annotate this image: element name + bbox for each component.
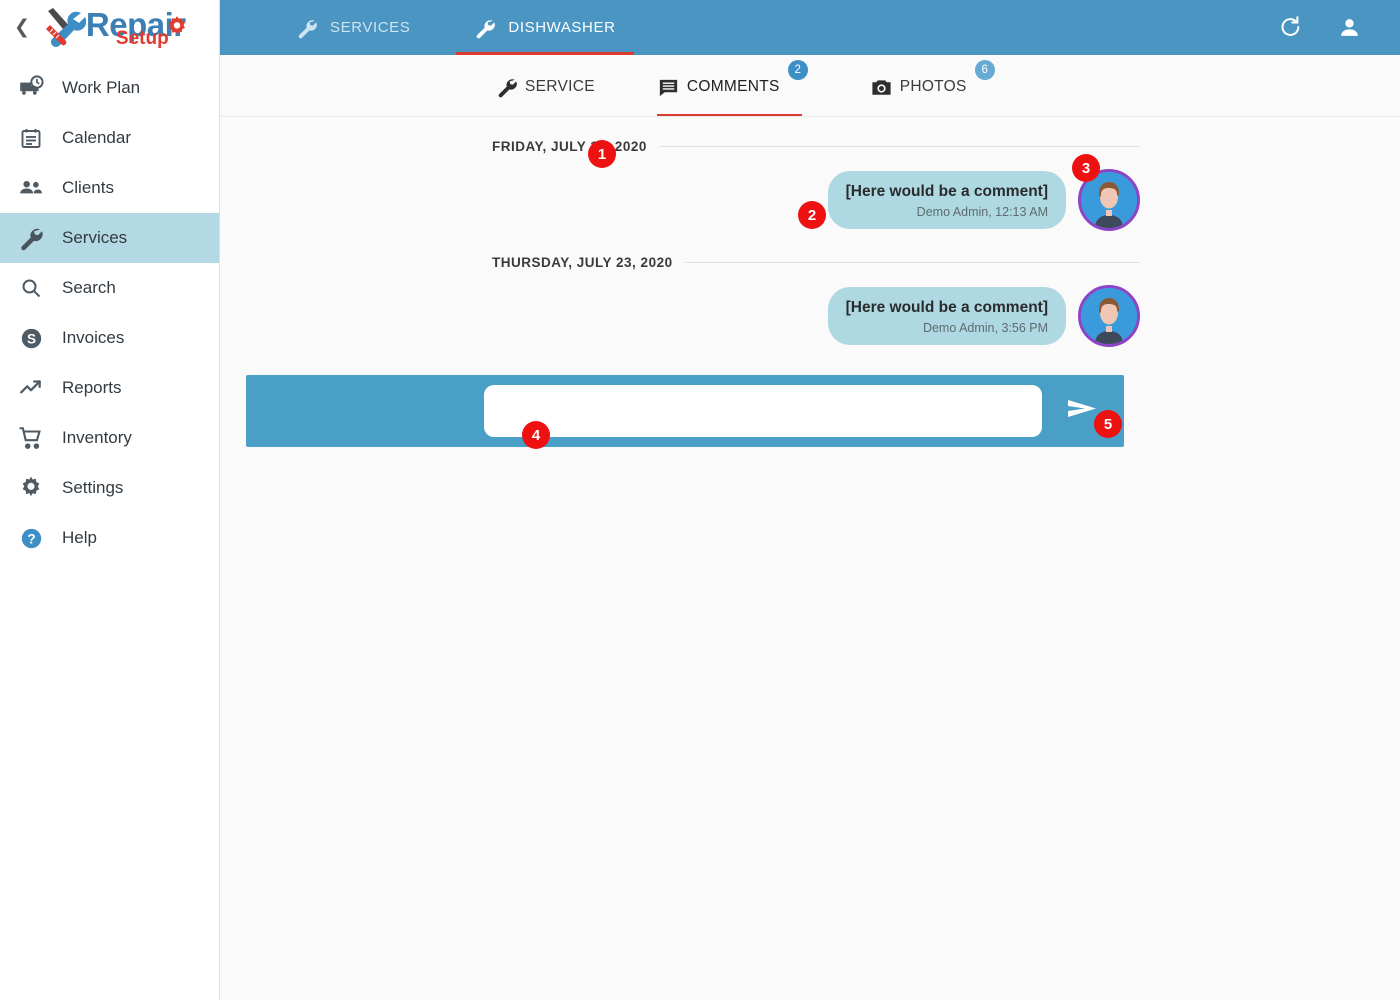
comment-meta: Demo Admin, 3:56 PM	[922, 320, 1048, 335]
refresh-icon[interactable]	[1278, 15, 1303, 40]
svg-text:S: S	[26, 331, 35, 346]
annotation-marker-4: 4	[522, 421, 550, 449]
chevron-left-icon[interactable]: ❮	[14, 15, 30, 41]
sidebar-item-label: Help	[62, 528, 97, 547]
sidebar-item-reports[interactable]: Reports	[0, 363, 219, 413]
topbar: SERVICES DISHWASHER	[220, 0, 1400, 55]
annotation-marker-2: 2	[798, 201, 826, 229]
wrench-icon	[474, 17, 496, 39]
date-label: THURSDAY, JULY 23, 2020	[492, 254, 673, 270]
comment-icon	[657, 76, 680, 99]
tab-services[interactable]: SERVICES	[278, 0, 428, 55]
app-logo[interactable]: Repair Setup	[40, 6, 226, 50]
annotation-marker-5: 5	[1094, 410, 1122, 438]
logo-secondary-text: Setup	[115, 27, 169, 49]
topbar-actions	[1244, 15, 1400, 40]
trending-up-icon	[16, 373, 46, 403]
calendar-icon	[16, 123, 46, 153]
subtabs: SERVICE COMMENTS 2 PHOTOS 6	[220, 55, 1400, 117]
annotation-marker-1: 1	[588, 140, 616, 168]
sidebar-item-label: Search	[62, 278, 116, 297]
comments-badge: 2	[787, 60, 808, 80]
subtab-service[interactable]: SERVICE	[496, 64, 595, 116]
work-plan-icon	[16, 73, 46, 103]
sidebar-item-services[interactable]: Services	[0, 213, 219, 263]
gear-icon	[16, 473, 46, 503]
comment-bubble[interactable]: [Here would be a comment] Demo Admin, 12…	[827, 171, 1066, 229]
comment-row: [Here would be a comment] Demo Admin, 3:…	[480, 285, 1140, 347]
sidebar-item-label: Inventory	[62, 428, 132, 447]
app-root: ❮ Repair Setup Work Plan Calendar Client…	[0, 0, 1400, 1000]
subtab-label: SERVICE	[525, 78, 595, 95]
svg-text:?: ?	[27, 531, 35, 546]
shopping-cart-icon	[16, 423, 46, 453]
people-icon	[16, 173, 46, 203]
help-circle-icon: ?	[16, 523, 46, 553]
dollar-circle-icon: S	[16, 323, 46, 353]
sidebar-item-work-plan[interactable]: Work Plan	[0, 63, 219, 113]
comment-composer	[246, 375, 1124, 447]
sidebar-item-help[interactable]: ? Help	[0, 513, 219, 563]
brand-row: ❮ Repair Setup	[0, 0, 219, 55]
sidebar-item-search[interactable]: Search	[0, 263, 219, 313]
sidebar-item-label: Reports	[62, 378, 122, 397]
date-separator: THURSDAY, JULY 23, 2020	[480, 239, 1140, 285]
camera-icon	[870, 76, 893, 99]
photos-badge: 6	[974, 60, 995, 80]
gear-icon	[168, 15, 185, 35]
comments-list: FRIDAY, JULY 17, 2020 [Here would be a c…	[220, 123, 1400, 347]
topbar-tabs: SERVICES DISHWASHER	[278, 0, 662, 55]
avatar[interactable]	[1078, 285, 1140, 347]
subtab-label: COMMENTS	[686, 78, 780, 95]
logo-text: Repair Setup	[86, 6, 226, 50]
comment-text: [Here would be a comment]	[845, 299, 1048, 317]
date-label: FRIDAY, JULY 17, 2020	[492, 138, 647, 154]
sidebar-item-clients[interactable]: Clients	[0, 163, 219, 213]
sidebar-item-label: Settings	[62, 478, 124, 497]
sidebar-item-calendar[interactable]: Calendar	[0, 113, 219, 163]
wrench-icon	[16, 223, 46, 253]
sidebar-item-inventory[interactable]: Inventory	[0, 413, 219, 463]
sidebar-item-invoices[interactable]: S Invoices	[0, 313, 219, 363]
main-content: SERVICES DISHWASHER SERVICE COMMENTS 2 P…	[220, 0, 1400, 1000]
subtab-label: PHOTOS	[899, 78, 967, 95]
sidebar-item-settings[interactable]: Settings	[0, 463, 219, 513]
tab-label: DISHWASHER	[508, 19, 616, 36]
wrench-screwdriver-icon	[40, 7, 87, 49]
person-icon[interactable]	[1337, 15, 1362, 40]
subtab-comments[interactable]: COMMENTS 2	[656, 60, 808, 116]
comment-meta: Demo Admin, 12:13 AM	[916, 204, 1048, 219]
comment-text: [Here would be a comment]	[845, 183, 1048, 201]
sidebar: ❮ Repair Setup Work Plan Calendar Client…	[0, 0, 220, 1000]
subtab-photos[interactable]: PHOTOS 6	[870, 60, 995, 116]
sidebar-item-label: Invoices	[62, 328, 125, 347]
tab-dishwasher[interactable]: DISHWASHER	[456, 0, 634, 55]
date-separator: FRIDAY, JULY 17, 2020	[480, 123, 1140, 169]
sidebar-item-label: Clients	[62, 178, 114, 197]
wrench-icon	[296, 17, 318, 39]
comment-input[interactable]	[484, 385, 1042, 437]
sidebar-item-label: Work Plan	[62, 78, 141, 97]
comment-bubble[interactable]: [Here would be a comment] Demo Admin, 3:…	[827, 287, 1066, 345]
sidebar-item-label: Services	[62, 228, 128, 247]
annotation-marker-3: 3	[1072, 154, 1100, 182]
wrench-icon	[496, 76, 518, 98]
search-icon	[16, 273, 46, 303]
tab-label: SERVICES	[330, 19, 411, 36]
sidebar-item-label: Calendar	[62, 128, 131, 147]
sidebar-nav: Work Plan Calendar Clients Services Sear…	[0, 63, 219, 563]
